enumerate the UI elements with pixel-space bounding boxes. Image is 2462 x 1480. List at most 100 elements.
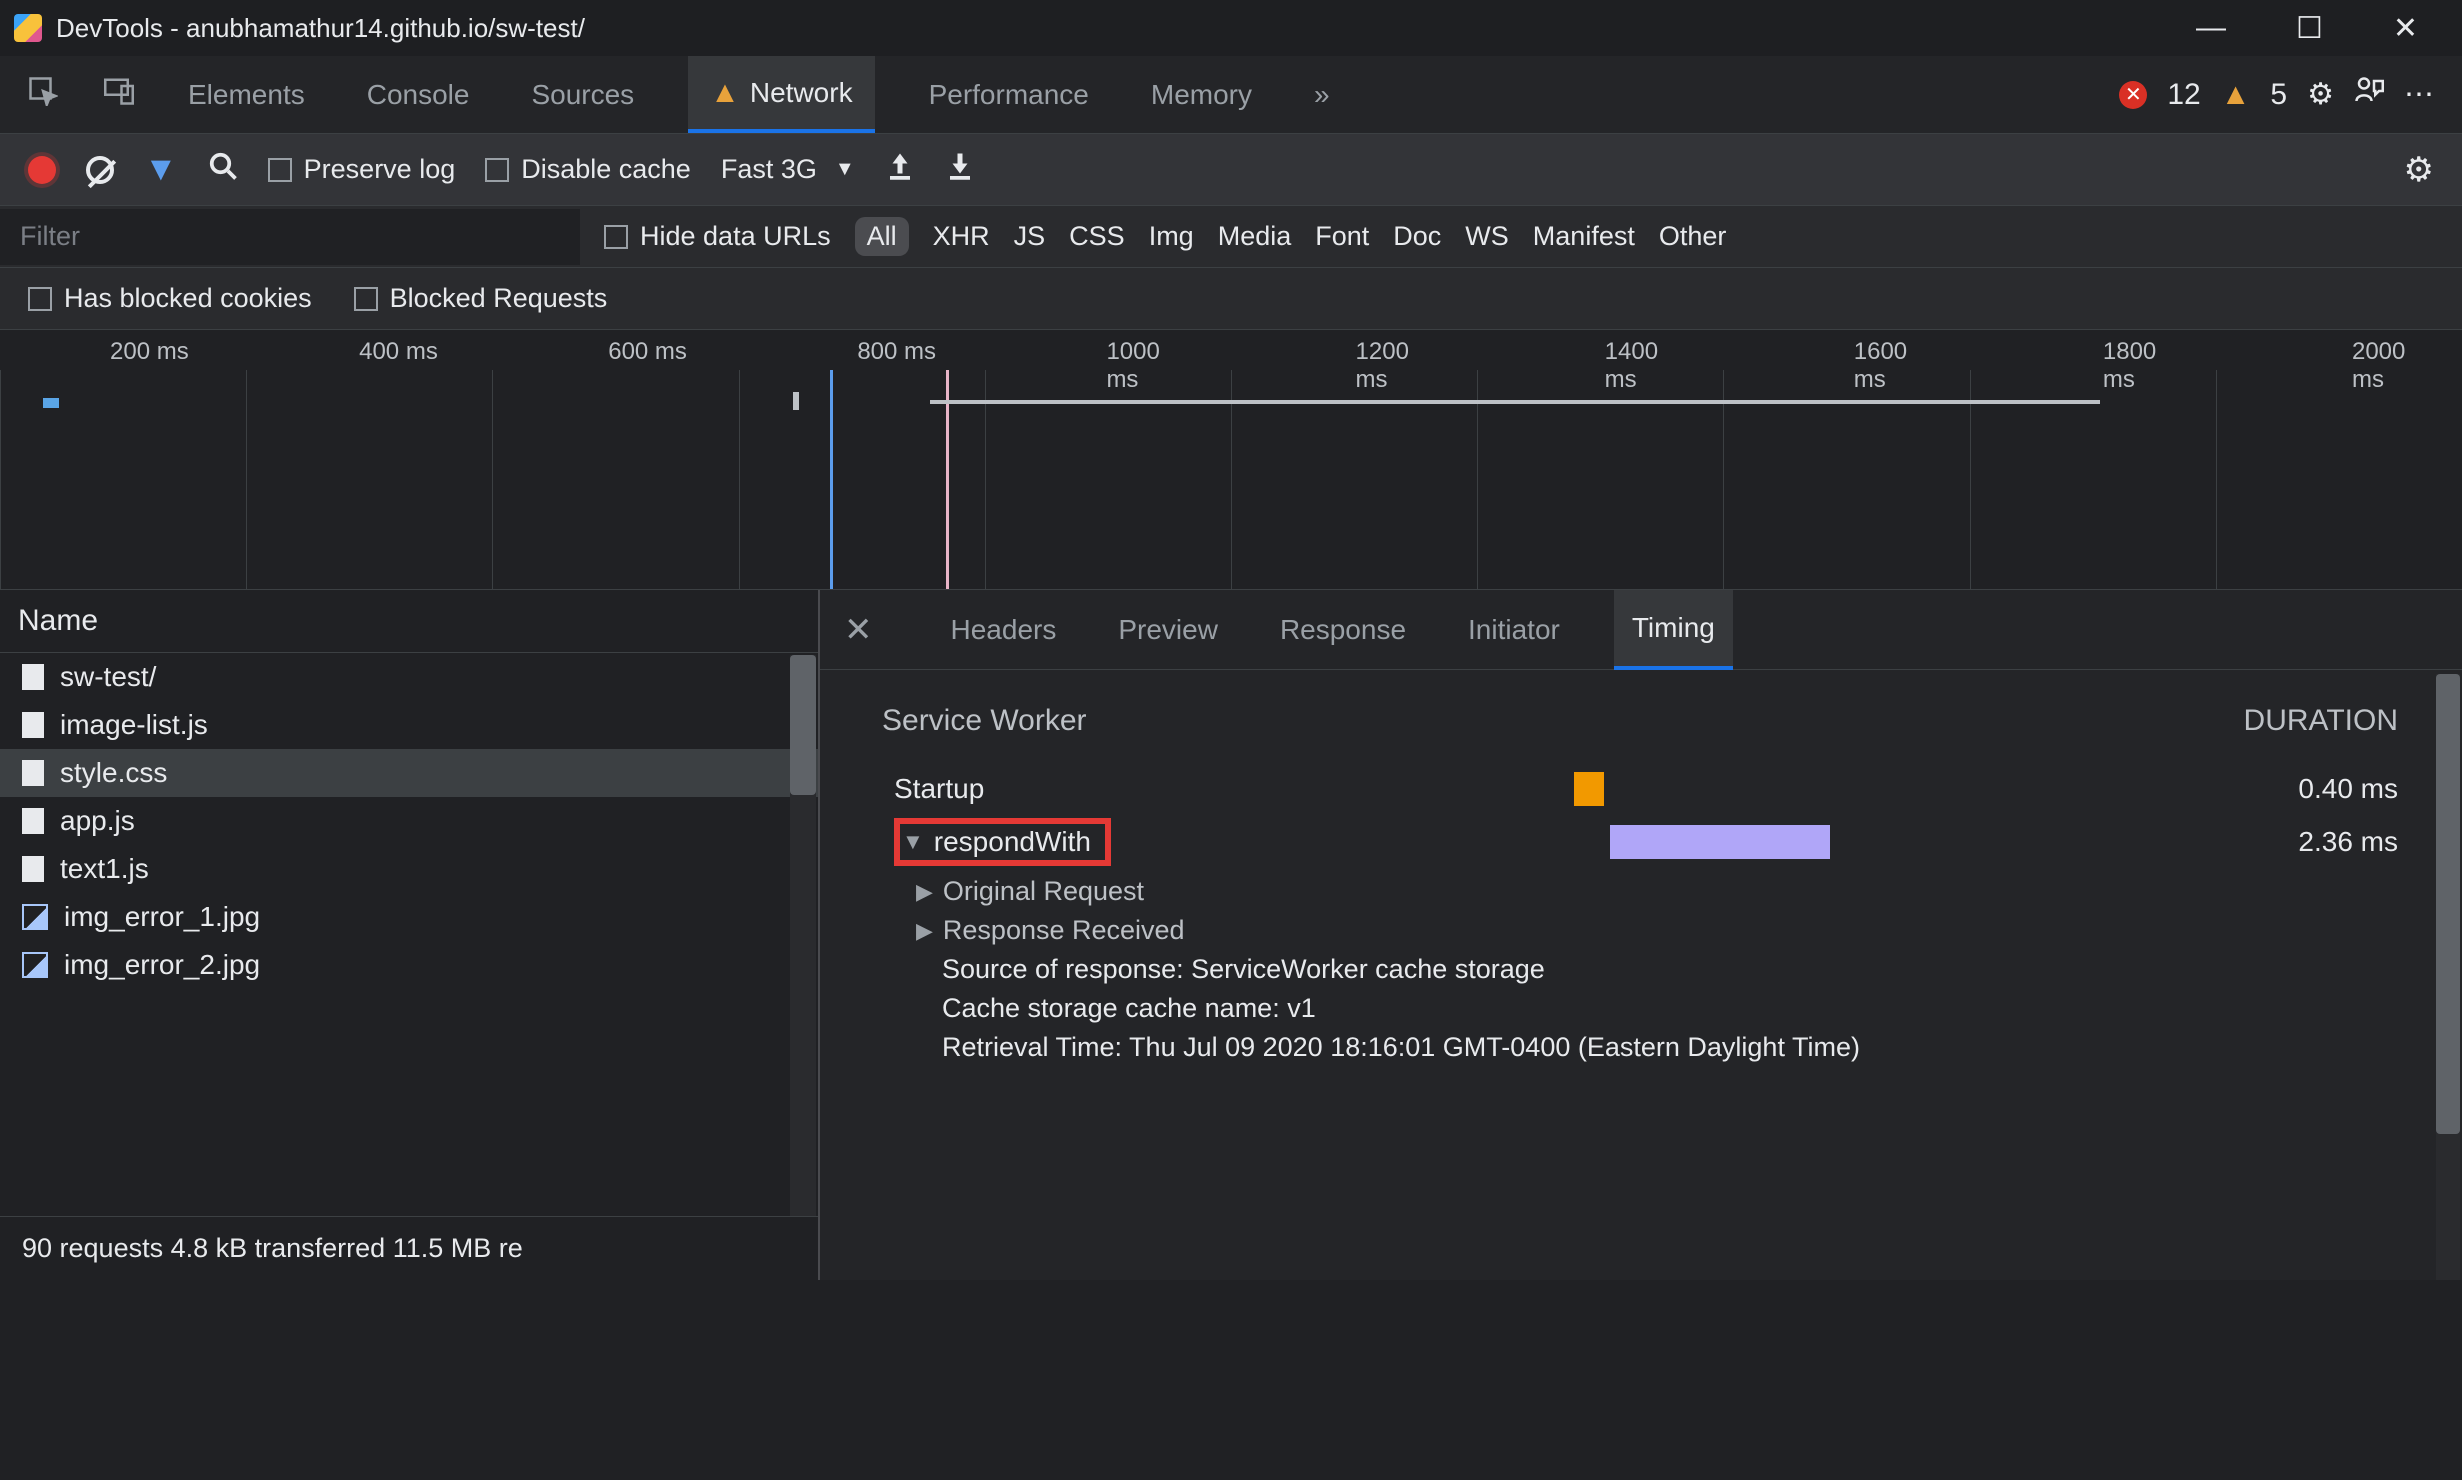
filter-type-ws[interactable]: WS (1465, 221, 1509, 252)
error-count[interactable]: 12 (2167, 78, 2200, 112)
response-received-label: Response Received (943, 915, 1185, 946)
document-icon (22, 760, 44, 786)
record-button[interactable] (28, 156, 56, 184)
scrollbar-thumb[interactable] (2436, 674, 2460, 1134)
timing-row-respondwith[interactable]: ▼ respondWith 2.36 ms (854, 812, 2412, 872)
filter-type-all[interactable]: All (855, 217, 909, 256)
chevron-down-icon: ▼ (902, 829, 924, 855)
inspect-element-icon[interactable] (28, 76, 58, 113)
close-detail-icon[interactable]: ✕ (844, 610, 873, 650)
upload-har-icon[interactable] (885, 151, 915, 189)
duration-header: DURATION (2244, 704, 2398, 738)
window-titlebar: DevTools - anubhamathur14.github.io/sw-t… (0, 0, 2462, 56)
filter-type-other[interactable]: Other (1659, 221, 1727, 252)
settings-gear-icon[interactable]: ⚙ (2307, 77, 2334, 112)
document-icon (22, 808, 44, 834)
timeline-bar (793, 392, 799, 410)
blocked-requests-checkbox[interactable]: Blocked Requests (354, 283, 608, 314)
request-row[interactable]: style.css (0, 749, 818, 797)
filter-type-xhr[interactable]: XHR (933, 221, 990, 252)
window-close-icon[interactable]: ✕ (2393, 11, 2418, 46)
name-column-header[interactable]: Name (0, 590, 818, 653)
preserve-log-label: Preserve log (304, 154, 456, 185)
filter-input[interactable]: Filter (0, 209, 580, 265)
error-badge-icon[interactable]: ✕ (2119, 81, 2147, 109)
has-blocked-cookies-checkbox[interactable]: Has blocked cookies (28, 283, 312, 314)
warning-count[interactable]: 5 (2270, 78, 2287, 112)
filter-type-img[interactable]: Img (1149, 221, 1194, 252)
original-request-label: Original Request (943, 876, 1144, 907)
timing-panel: Service Worker DURATION Startup 0.40 ms … (820, 670, 2462, 1280)
device-toolbar-icon[interactable] (104, 76, 134, 113)
respondwith-duration: 2.36 ms (2298, 826, 2398, 858)
filter-type-manifest[interactable]: Manifest (1533, 221, 1635, 252)
request-row[interactable]: app.js (0, 797, 818, 845)
respondwith-bar (1610, 825, 1830, 859)
warning-badge-icon[interactable]: ▲ (2221, 78, 2251, 112)
filter-type-font[interactable]: Font (1315, 221, 1369, 252)
more-menu-icon[interactable]: ⋯ (2404, 77, 2434, 112)
chevron-down-icon: ▼ (835, 158, 855, 181)
timing-row-startup: Startup 0.40 ms (854, 766, 2412, 812)
timeline-overview[interactable]: 200 ms 400 ms 600 ms 800 ms 1000 ms 1200… (0, 330, 2462, 590)
filter-row-2: Has blocked cookies Blocked Requests (0, 268, 2462, 330)
status-bar: 90 requests 4.8 kB transferred 11.5 MB r… (0, 1216, 818, 1280)
image-icon (22, 904, 48, 930)
startup-label: Startup (894, 773, 984, 805)
detail-tab-timing[interactable]: Timing (1614, 590, 1733, 670)
request-row[interactable]: image-list.js (0, 701, 818, 749)
filter-type-doc[interactable]: Doc (1393, 221, 1441, 252)
request-list[interactable]: sw-test/ image-list.js style.css app.js … (0, 653, 818, 1216)
throttling-value: Fast 3G (721, 154, 817, 185)
request-name: text1.js (60, 853, 149, 885)
clear-button[interactable] (86, 156, 114, 184)
tab-more-chevron[interactable]: » (1306, 56, 1338, 133)
disable-cache-checkbox[interactable]: Disable cache (485, 154, 691, 185)
request-name: img_error_2.jpg (64, 949, 260, 981)
tab-performance[interactable]: Performance (921, 56, 1097, 133)
request-row[interactable]: text1.js (0, 845, 818, 893)
tab-console[interactable]: Console (359, 56, 478, 133)
startup-bar (1574, 772, 1604, 806)
retrieval-time: Retrieval Time: Thu Jul 09 2020 18:16:01… (854, 1028, 2412, 1067)
filter-type-media[interactable]: Media (1218, 221, 1292, 252)
window-maximize-icon[interactable]: ☐ (2296, 11, 2323, 46)
tab-network[interactable]: ▲ Network (688, 56, 874, 133)
tab-memory[interactable]: Memory (1143, 56, 1260, 133)
scrollbar-thumb[interactable] (790, 655, 816, 795)
window-title: DevTools - anubhamathur14.github.io/sw-t… (56, 13, 585, 44)
throttling-select[interactable]: Fast 3G ▼ (721, 154, 855, 185)
network-settings-gear-icon[interactable]: ⚙ (2404, 150, 2434, 190)
search-icon[interactable] (208, 151, 238, 189)
tab-network-label: Network (750, 77, 853, 109)
detail-tab-preview[interactable]: Preview (1110, 592, 1226, 668)
request-name: img_error_1.jpg (64, 901, 260, 933)
request-row[interactable]: img_error_2.jpg (0, 941, 818, 989)
detail-tab-headers[interactable]: Headers (943, 592, 1065, 668)
chevron-right-icon: ▶ (916, 918, 933, 944)
domcontentloaded-marker (830, 370, 833, 589)
timing-row-response-received[interactable]: ▶ Response Received (854, 911, 2412, 950)
document-icon (22, 712, 44, 738)
timing-row-original-request[interactable]: ▶ Original Request (854, 872, 2412, 911)
filter-placeholder: Filter (20, 221, 80, 252)
devtools-tab-strip: Elements Console Sources ▲ Network Perfo… (0, 56, 2462, 134)
tab-elements[interactable]: Elements (180, 56, 313, 133)
request-row[interactable]: sw-test/ (0, 653, 818, 701)
detail-tab-response[interactable]: Response (1272, 592, 1414, 668)
filter-toggle-icon[interactable]: ▼ (144, 150, 178, 189)
timing-section-title: Service Worker (882, 704, 1087, 738)
request-row[interactable]: img_error_1.jpg (0, 893, 818, 941)
preserve-log-checkbox[interactable]: Preserve log (268, 154, 456, 185)
hide-data-urls-checkbox[interactable]: Hide data URLs (604, 221, 831, 252)
filter-type-js[interactable]: JS (1014, 221, 1046, 252)
tab-sources[interactable]: Sources (523, 56, 642, 133)
source-of-response: Source of response: ServiceWorker cache … (854, 950, 2412, 989)
disable-cache-label: Disable cache (521, 154, 691, 185)
feedback-icon[interactable] (2354, 76, 2384, 113)
window-minimize-icon[interactable]: — (2196, 11, 2226, 46)
hide-data-urls-label: Hide data URLs (640, 221, 831, 252)
filter-type-css[interactable]: CSS (1069, 221, 1125, 252)
download-har-icon[interactable] (945, 151, 975, 189)
detail-tab-initiator[interactable]: Initiator (1460, 592, 1568, 668)
